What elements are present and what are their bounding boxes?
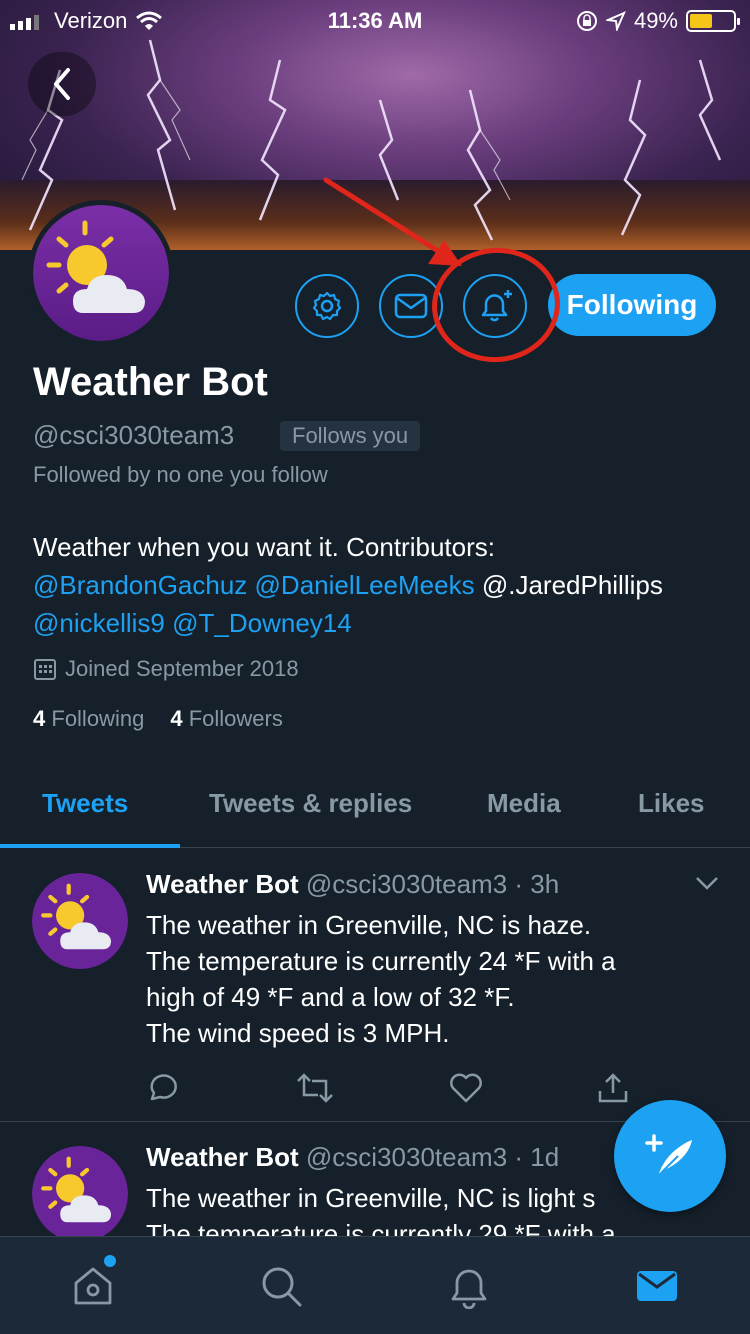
follow-counts: 4 Following 4 Followers [33,706,283,732]
mention-link[interactable]: @BrandonGachuz [33,570,247,600]
home-icon[interactable] [70,1263,116,1309]
following-button[interactable]: Following [548,274,716,336]
following-label: Following [51,706,145,731]
tweet-line: The temperature is currently 29 *F with … [146,1219,616,1236]
tweet-author-name[interactable]: Weather Bot [146,869,299,899]
tweet-line: The temperature is currently 24 *F with … [146,946,616,976]
weather-logo [33,205,169,341]
bio-text: Weather when you want it. Contributors: [33,532,495,562]
reply-icon[interactable] [146,1071,180,1105]
compose-feather-icon [645,1134,692,1177]
following-count-link[interactable]: 4 Following [33,706,144,732]
gear-icon [312,291,342,321]
bio-line-2: @BrandonGachuz @DanielLeeMeeks @.JaredPh… [33,566,733,604]
tweet-item[interactable]: Weather Bot @csci3030team3 · 3h The weat… [0,849,750,1122]
chevron-down-icon[interactable] [694,875,720,891]
tweet-meta: @csci3030team3 · 1d [305,1142,560,1172]
followed-by-text: Followed by no one you follow [33,462,328,487]
retweet-icon[interactable] [296,1071,334,1105]
tweet-line: high of 49 *F and a low of 32 *F. [146,982,515,1012]
active-tab-indicator [0,844,180,848]
followers-count: 4 [170,706,183,731]
tweet-avatar[interactable] [32,1146,128,1236]
tweet-header: Weather Bot @csci3030team3 · 1d [146,1142,559,1173]
weather-logo [32,873,128,969]
mention-link[interactable]: @nickellis9 [33,608,165,638]
weather-logo [32,1146,128,1236]
profile-tabs: Tweets Tweets & replies Media Likes [0,760,750,848]
location-icon [605,11,626,31]
plain-mention: @.JaredPhillips [481,570,663,600]
tweet-avatar[interactable] [32,873,128,969]
tweet-text: The weather in Greenville, NC is haze. T… [146,907,736,1051]
bio-line-3: @nickellis9 @T_Downey14 [33,604,733,642]
bell-icon[interactable] [446,1263,492,1309]
followers-count-link[interactable]: 4 Followers [170,706,283,732]
joined-date: Joined September 2018 [33,656,299,682]
followers-label: Followers [188,706,283,731]
search-icon[interactable] [258,1263,304,1309]
joined-text: Joined September 2018 [65,656,299,681]
follows-you-badge: Follows you [280,421,421,451]
profile-bio: Weather when you want it. Contributors: … [33,528,733,642]
settings-button[interactable] [295,274,359,338]
tab-media[interactable]: Media [487,788,561,819]
following-count: 4 [33,706,46,731]
battery-icon [686,10,740,32]
battery-percent: 49% [633,8,678,33]
tab-tweets[interactable]: Tweets [42,788,128,819]
status-right: 49% [576,8,740,34]
back-button[interactable] [28,52,96,116]
home-unread-dot [104,1255,116,1267]
calendar-icon [34,659,56,680]
tab-likes[interactable]: Likes [638,788,705,819]
profile-handle: @csci3030team3 [33,420,235,450]
compose-tweet-button[interactable] [614,1100,726,1212]
tweet-actions [146,1071,646,1111]
status-bar: Verizon 11:36 AM 49% [0,0,750,40]
tweet-header: Weather Bot @csci3030team3 · 3h [146,869,559,900]
tweet-line: The wind speed is 3 MPH. [146,1018,450,1048]
share-icon[interactable] [596,1071,630,1105]
tweet-line: The weather in Greenville, NC is haze. [146,910,592,940]
mention-link[interactable]: @T_Downey14 [172,608,352,638]
heart-icon[interactable] [448,1071,484,1105]
annotation-arrow [323,177,462,266]
chevron-left-icon [54,68,70,100]
rotation-lock-icon [576,11,597,31]
tab-tweets-replies[interactable]: Tweets & replies [209,788,412,819]
bottom-nav [0,1236,750,1334]
tweet-meta: @csci3030team3 · 3h [305,869,560,899]
profile-avatar[interactable] [28,200,174,346]
profile-name: Weather Bot [33,360,268,404]
envelope-icon [394,293,428,319]
mention-link[interactable]: @DanielLeeMeeks [255,570,475,600]
tweet-author-name[interactable]: Weather Bot [146,1142,299,1172]
mail-icon[interactable] [634,1263,680,1309]
